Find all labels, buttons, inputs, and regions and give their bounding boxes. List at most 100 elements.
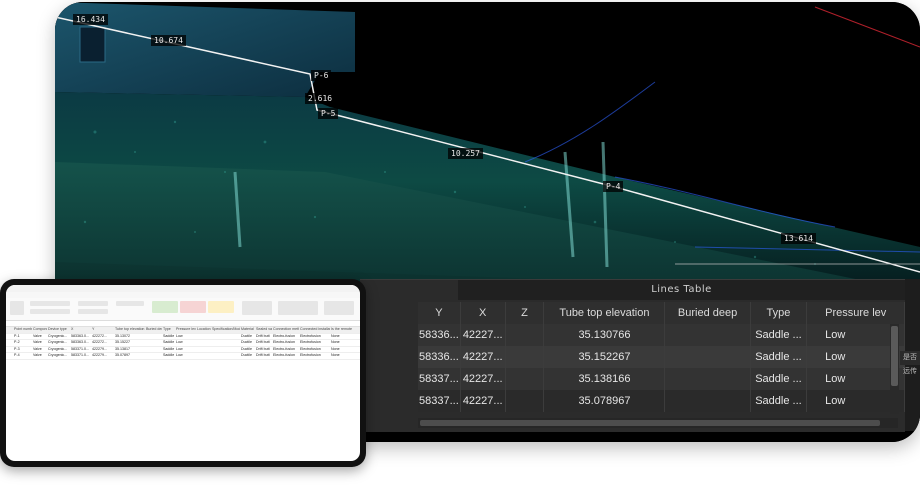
table-row[interactable]: 58336... 42227... 35.130766 Saddle ... L… <box>418 324 905 346</box>
column-header[interactable]: Type <box>750 302 808 324</box>
table-cell <box>505 368 545 390</box>
sheet-cell: Drift butt <box>256 333 270 338</box>
column-header[interactable]: Y <box>418 302 461 324</box>
column-header[interactable]: Z <box>505 302 545 324</box>
phone-frame: Point number Component Name Device type … <box>0 279 366 467</box>
table-cell <box>664 368 751 390</box>
sheet-cell: Saddle fix pipe <box>163 333 175 338</box>
table-cell: 58336... <box>418 324 461 346</box>
sheet-header-cell: Location <box>197 327 211 331</box>
sheet-cell: P-4 <box>14 353 20 357</box>
sheet-cell: P-3 <box>14 346 20 351</box>
sheet-cell: 35.13072 <box>115 333 130 338</box>
side-panel-header: 是否远传 <box>900 351 920 375</box>
column-header[interactable]: Pressure lev <box>806 302 905 324</box>
spreadsheet-titlebar <box>6 285 360 292</box>
table-cell <box>664 390 751 412</box>
sheet-header-cell: Y <box>92 327 95 331</box>
sheet-cell: Cryogenic... <box>48 353 68 357</box>
sheet-cell: Valve <box>33 346 42 351</box>
table-cell: Saddle ... <box>750 368 808 390</box>
table-cell: 42227... <box>460 390 506 412</box>
sheet-header-cell: Connected installation <box>300 327 330 331</box>
align-buttons[interactable] <box>78 309 108 314</box>
sheet-row[interactable]: P-4 Valve Cryogenic... 583371.0... 42227… <box>6 353 360 360</box>
sheet-cell: Low <box>176 340 183 344</box>
sheet-cell: Ductile <box>241 340 252 344</box>
sheet-header-cell: Point number <box>14 327 32 331</box>
align-buttons[interactable] <box>78 301 108 306</box>
sheet-cell: 583371.0... <box>71 346 89 351</box>
measure-label: 13.614 <box>781 233 816 244</box>
table-cell: 35.152267 <box>543 346 666 368</box>
column-header[interactable]: Tube top elevation <box>543 302 666 324</box>
sheet-cell: None <box>331 346 340 351</box>
sort-filter-icon[interactable] <box>324 301 354 315</box>
sheet-cell: None <box>331 333 340 338</box>
sheet-header-cell: Device type <box>48 327 67 331</box>
sheet-cell: Drift butt <box>256 346 270 351</box>
table-cell: 35.078967 <box>543 390 666 412</box>
table-cell <box>505 346 545 368</box>
number-format[interactable] <box>116 301 144 306</box>
scroll-thumb[interactable] <box>420 420 880 426</box>
paste-icon[interactable] <box>10 301 24 315</box>
sheet-cell: 422272... <box>92 333 107 338</box>
table-cell <box>664 324 751 346</box>
sheet-cell: Drift butt <box>256 340 270 344</box>
editing-group[interactable] <box>278 301 318 315</box>
vertical-scrollbar[interactable] <box>890 324 899 414</box>
sheet-cell: Valve <box>33 333 42 338</box>
sheet-cell: None <box>331 353 340 357</box>
sheet-cell: Electro-fusion <box>273 333 295 338</box>
style-neutral[interactable] <box>208 301 234 313</box>
style-bad[interactable] <box>180 301 206 313</box>
sheet-cell: Electro-fusion <box>273 340 295 344</box>
sheet-cell: Electro-fusion <box>273 353 295 357</box>
table-cell: 42227... <box>460 324 506 346</box>
table-row[interactable]: 58336... 42227... 35.152267 Saddle ... L… <box>418 346 905 368</box>
point-label: P-4 <box>603 181 624 192</box>
table-row[interactable]: 58337... 42227... 35.138166 Saddle ... L… <box>418 368 905 390</box>
style-good[interactable] <box>152 301 178 313</box>
table-cell <box>664 346 751 368</box>
sheet-cell: Electrofusion <box>300 346 321 351</box>
table-cell: Saddle ... <box>750 324 808 346</box>
column-header[interactable]: Buried deep <box>664 302 751 324</box>
sheet-cell: Electrofusion <box>300 333 321 338</box>
sheet-header-cell: Component Name <box>33 327 47 331</box>
sheet-cell: Saddle fix pipe <box>163 346 175 351</box>
sheet-cell: Electrofusion <box>300 353 321 357</box>
spreadsheet-window: Point number Component Name Device type … <box>6 285 360 461</box>
sheet-cell: Cryogenic... <box>48 333 68 338</box>
spreadsheet-grid[interactable]: Point number Component Name Device type … <box>6 327 360 360</box>
sheet-cell: 422279... <box>92 353 107 357</box>
sheet-cell: Ductile <box>241 333 252 338</box>
sheet-cell: Cryogenic... <box>48 340 68 344</box>
sheet-header-cell: X <box>71 327 74 331</box>
sheet-cell: Electro-fusion <box>273 346 295 351</box>
font-style-buttons[interactable] <box>30 309 70 314</box>
table-cell: 58337... <box>418 390 461 412</box>
font-select[interactable] <box>30 301 70 306</box>
lines-table-panel: Lines Table Y X Z Tube top elevation Bur… <box>360 279 905 432</box>
table-cell <box>505 390 545 412</box>
sheet-header-cell: Material <box>241 327 254 331</box>
cells-group[interactable] <box>242 301 272 315</box>
sheet-header-cell: Buried deep <box>146 327 162 331</box>
spreadsheet-ribbon <box>6 298 360 321</box>
horizontal-scrollbar[interactable] <box>418 418 898 428</box>
sheet-cell: 35.07897 <box>115 353 130 357</box>
measure-label: 10.257 <box>448 148 483 159</box>
sheet-cell: Ductile <box>241 353 252 357</box>
table-row[interactable]: 58337... 42227... 35.078967 Saddle ... L… <box>418 390 905 412</box>
scroll-thumb[interactable] <box>891 326 898 386</box>
sheet-cell: 422279... <box>92 346 107 351</box>
measure-label: 2.616 <box>305 93 336 104</box>
column-header[interactable]: X <box>460 302 506 324</box>
sheet-cell: 583363.0... <box>71 340 89 344</box>
table-cell: 42227... <box>460 346 506 368</box>
measure-label: 10.674 <box>151 35 186 46</box>
sheet-header-cell: Tube top elevation <box>115 327 145 331</box>
sheet-cell: Low <box>176 353 183 357</box>
